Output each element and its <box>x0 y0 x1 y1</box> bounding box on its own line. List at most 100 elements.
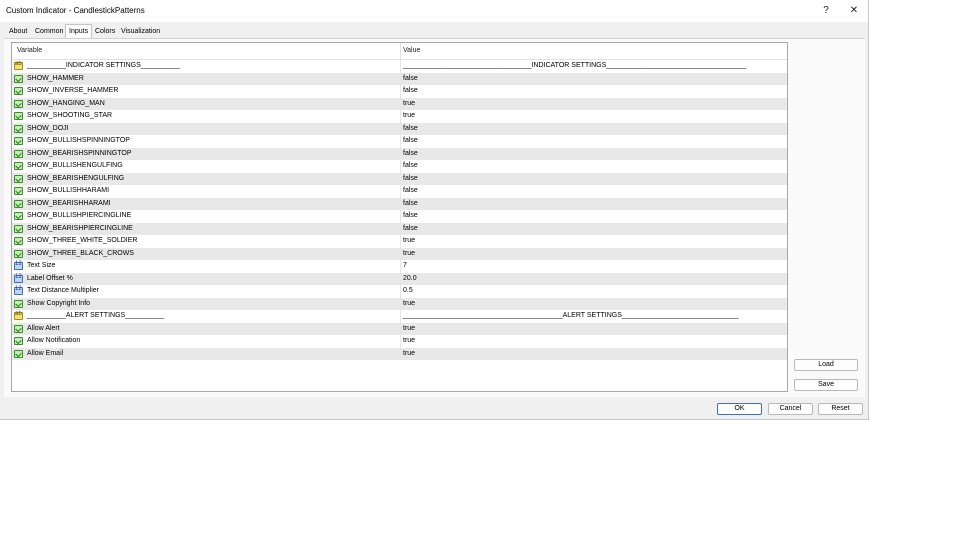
table-row[interactable]: Label Offset % 20.0 <box>12 272 787 285</box>
variable-cell: SHOW_BEARISHSPINNINGTOP <box>27 149 132 157</box>
table-row[interactable]: SHOW_HAMMER false <box>12 72 787 85</box>
table-row[interactable]: SHOW_BEARISHPIERCINGLINE false <box>12 222 787 235</box>
value-cell[interactable]: ________________________________________… <box>403 312 739 319</box>
bool-icon <box>14 74 23 83</box>
table-row[interactable]: SHOW_SHOOTING_STAR true <box>12 110 787 123</box>
variable-cell: SHOW_BULLISHSPINNINGTOP <box>27 137 130 144</box>
value-cell[interactable]: false <box>403 137 418 144</box>
variable-cell: SHOW_HANGING_MAN <box>27 99 105 107</box>
variable-cell: SHOW_BEARISHPIERCINGLINE <box>27 224 133 232</box>
value-cell[interactable]: true <box>403 237 415 244</box>
variable-cell: SHOW_BEARISHHARAMI <box>27 199 111 207</box>
reset-button[interactable]: Reset <box>818 403 863 415</box>
table-row[interactable]: Text Size 7 <box>12 260 787 273</box>
table-row[interactable]: SHOW_BULLISHSPINNINGTOP false <box>12 135 787 148</box>
save-button[interactable]: Save <box>794 379 858 391</box>
table-row[interactable]: Allow Notification true <box>12 335 787 348</box>
variable-cell: SHOW_THREE_BLACK_CROWS <box>27 249 134 257</box>
cell-divider <box>400 147 401 160</box>
value-cell[interactable]: false <box>403 150 418 157</box>
value-cell[interactable]: true <box>403 100 415 107</box>
value-cell[interactable]: false <box>403 162 418 169</box>
table-row[interactable]: Show Copyright Info true <box>12 297 787 310</box>
value-cell[interactable]: false <box>403 212 418 219</box>
value-cell[interactable]: true <box>403 325 415 332</box>
bool-icon <box>14 237 23 245</box>
cell-divider <box>400 310 401 323</box>
close-icon[interactable]: ✕ <box>845 3 863 19</box>
custom-indicator-dialog: Custom Indicator - CandlestickPatterns ?… <box>0 0 869 420</box>
value-cell[interactable]: false <box>403 187 418 194</box>
value-cell[interactable]: _________________________________INDICAT… <box>403 62 746 69</box>
table-row[interactable]: SHOW_BEARISHHARAMI false <box>12 197 787 210</box>
cell-divider <box>400 60 401 73</box>
value-cell[interactable]: 0.5 <box>403 287 413 294</box>
column-header-variable[interactable]: Variable <box>17 47 42 54</box>
cell-divider <box>400 85 401 98</box>
column-divider[interactable] <box>400 43 401 59</box>
variable-cell: Text Size <box>27 262 56 269</box>
table-row[interactable]: SHOW_BULLISHHARAMI false <box>12 185 787 198</box>
cell-divider <box>400 260 401 273</box>
grid-rows: __________INDICATOR SETTINGS__________ __… <box>12 60 787 360</box>
help-icon[interactable]: ? <box>817 3 835 19</box>
table-row[interactable]: SHOW_BEARISHSPINNINGTOP false <box>12 147 787 160</box>
ok-button[interactable]: OK <box>717 403 762 415</box>
table-row[interactable]: Allow Alert true <box>12 322 787 335</box>
value-cell[interactable]: false <box>403 125 418 132</box>
value-cell[interactable]: true <box>403 350 415 357</box>
table-row[interactable]: __________INDICATOR SETTINGS__________ __… <box>12 60 787 73</box>
cell-divider <box>400 197 401 210</box>
bool-icon <box>14 137 23 145</box>
value-cell[interactable]: true <box>403 300 415 307</box>
value-cell[interactable]: false <box>403 225 418 232</box>
value-cell[interactable]: false <box>403 175 418 182</box>
value-cell[interactable]: false <box>403 75 418 82</box>
tab-about[interactable]: About <box>6 26 30 38</box>
cell-divider <box>400 297 401 310</box>
load-button[interactable]: Load <box>794 359 858 371</box>
bool-icon <box>14 349 23 358</box>
cancel-button[interactable]: Cancel <box>768 403 813 415</box>
bool-icon <box>14 87 23 95</box>
tab-visualization[interactable]: Visualization <box>118 26 163 38</box>
table-row[interactable]: SHOW_BULLISHPIERCINGLINE false <box>12 210 787 223</box>
value-cell[interactable]: false <box>403 87 418 94</box>
cell-divider <box>400 172 401 185</box>
table-row[interactable]: SHOW_BEARISHENGULFING false <box>12 172 787 185</box>
cell-divider <box>400 122 401 135</box>
table-row[interactable]: SHOW_THREE_WHITE_SOLDIER true <box>12 235 787 248</box>
inputs-grid[interactable]: Variable Value __________INDICATOR SETTI… <box>11 42 788 392</box>
tab-inputs[interactable]: Inputs <box>65 24 93 39</box>
value-cell[interactable]: 7 <box>403 262 407 269</box>
bool-icon <box>14 149 23 158</box>
number-icon <box>14 274 23 283</box>
title-bar: Custom Indicator - CandlestickPatterns ?… <box>0 0 868 22</box>
table-row[interactable]: Allow Email true <box>12 347 787 360</box>
table-row[interactable]: Text Distance Multiplier 0.5 <box>12 285 787 298</box>
cell-divider <box>400 210 401 223</box>
table-row[interactable]: SHOW_DOJI false <box>12 122 787 135</box>
value-cell[interactable]: 20.0 <box>403 275 417 282</box>
variable-cell: __________ALERT SETTINGS__________ <box>27 312 165 319</box>
variable-cell: Label Offset % <box>27 274 73 282</box>
column-header-value[interactable]: Value <box>403 47 420 54</box>
cell-divider <box>400 160 401 173</box>
tab-colors[interactable]: Colors <box>92 26 118 38</box>
table-row[interactable]: SHOW_HANGING_MAN true <box>12 97 787 110</box>
table-row[interactable]: SHOW_THREE_BLACK_CROWS true <box>12 247 787 260</box>
table-row[interactable]: __________ALERT SETTINGS__________ ______… <box>12 310 787 323</box>
variable-cell: Allow Email <box>27 349 64 357</box>
value-cell[interactable]: true <box>403 112 415 119</box>
table-row[interactable]: SHOW_BULLISHENGULFING false <box>12 160 787 173</box>
variable-cell: SHOW_SHOOTING_STAR <box>27 112 113 119</box>
cell-divider <box>400 285 401 298</box>
cell-divider <box>400 97 401 110</box>
value-cell[interactable]: true <box>403 250 415 257</box>
tab-common[interactable]: Common <box>32 26 66 38</box>
variable-cell: SHOW_BULLISHPIERCINGLINE <box>27 212 132 219</box>
table-row[interactable]: SHOW_INVERSE_HAMMER false <box>12 85 787 98</box>
cell-divider <box>400 322 401 335</box>
value-cell[interactable]: false <box>403 200 418 207</box>
value-cell[interactable]: true <box>403 337 415 344</box>
